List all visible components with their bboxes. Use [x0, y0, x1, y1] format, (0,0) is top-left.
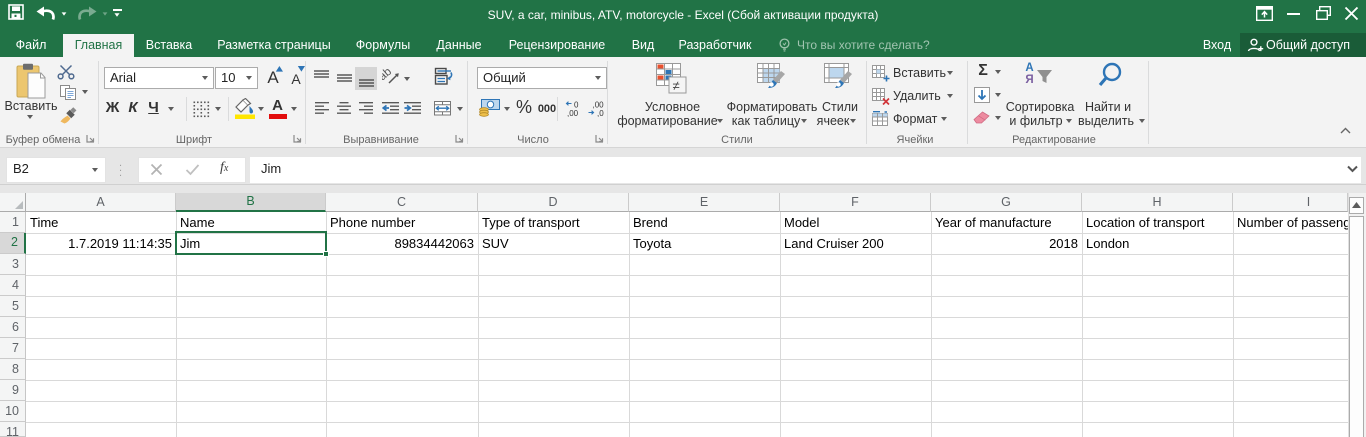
svg-text:,0: ,0 — [597, 109, 604, 117]
svg-text:≠: ≠ — [673, 78, 680, 93]
svg-text:,00: ,00 — [567, 109, 579, 117]
